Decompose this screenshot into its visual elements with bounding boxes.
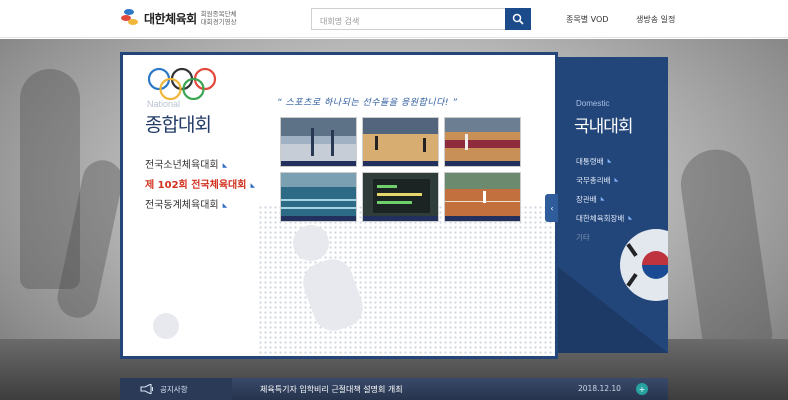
logo-subtitle: 회원종목단체 대회경기영상 [201,10,237,26]
logo-emblem-icon [120,9,140,27]
notice-header: 공지사항 [120,378,232,400]
logo-name: 대한체육회 [144,11,197,26]
plus-icon: + [638,384,646,394]
nav-vod-by-sport[interactable]: 종목별 VOD [566,14,608,25]
domestic-menu-item-other[interactable]: 기타 [576,228,632,247]
menu-item-label: 전국소년체육대회 [145,160,219,171]
arrow-icon: ◣ [222,162,228,169]
olympic-rings-icon [147,67,217,101]
notice-label: 공지사항 [160,384,188,394]
arrow-icon: ◣ [222,202,228,209]
menu-item-label: 대통령배 [576,157,604,166]
search-icon [512,13,524,25]
arrow-icon: ◣ [607,158,612,164]
arrow-icon: ◣ [600,196,605,202]
nav-live-schedule[interactable]: 생방송 일정 [636,14,675,25]
menu-item-label: 장관배 [576,195,597,204]
menu-item-label: 대한체육회장배 [576,214,625,223]
search-input[interactable] [312,11,502,32]
national-title: 종합대회 [145,114,212,136]
ghost-ball [153,313,179,339]
menu-item-label: 기타 [576,233,590,242]
arrow-icon: ◣ [628,215,633,221]
national-label: National [147,99,181,109]
video-thumbnail-tennis[interactable] [444,172,521,222]
site-header: 대한체육회 회원종목단체 대회경기영상 종목별 VOD 생방송 일정 [0,0,788,38]
video-thumbnail-basketball-1[interactable] [362,117,439,167]
notice-bar: 공지사항 체육특기자 입학비리 근절대책 설명회 개최 2018.12.10 + [120,378,668,400]
domestic-label: Domestic [576,99,610,108]
megaphone-icon [140,384,153,394]
video-thumbnail-grid [280,117,521,222]
video-thumbnail-archery[interactable] [280,117,357,167]
national-menu-item-winter[interactable]: 전국동계체육대회 ◣ [145,196,255,216]
domestic-menu-item-prime-minister[interactable]: 국무총리배 ◣ [576,171,632,190]
panel-toggle-button[interactable]: ‹ [545,194,559,222]
logo-subtitle-line2: 대회경기영상 [200,18,237,26]
site-logo[interactable]: 대한체육회 회원종목단체 대회경기영상 [120,9,237,27]
notice-title-link[interactable]: 체육특기자 입학비리 근절대책 설명회 개최 [260,384,403,395]
menu-item-label: 제 102회 전국체육대회 [145,180,247,191]
arrow-icon: ◣ [614,177,619,183]
domestic-menu: 대통령배 ◣ 국무총리배 ◣ 장관배 ◣ 대한체육회장배 ◣ 기타 [576,152,632,247]
domestic-title: 국내대회 [574,117,634,137]
video-thumbnail-basketball-2[interactable] [444,117,521,167]
video-thumbnail-swimming[interactable] [280,172,357,222]
national-menu-item-youth[interactable]: 전국소년체육대회 ◣ [145,156,255,176]
national-panel: National 종합대회 전국소년체육대회 ◣ 제 102회 전국체육대회 ◣… [120,52,558,359]
domestic-menu-item-presidential[interactable]: 대통령배 ◣ [576,152,632,171]
chevron-left-icon: ‹ [550,203,554,213]
search-button[interactable] [505,8,531,30]
background-runner-figure-right [676,145,774,353]
domestic-menu-item-minister[interactable]: 장관배 ◣ [576,190,632,209]
logo-subtitle-line1: 회원종목단체 [200,10,237,18]
domestic-menu-item-ksoc-chairman[interactable]: 대한체육회장배 ◣ [576,209,632,228]
video-thumbnail-scoreboard[interactable] [362,172,439,222]
notice-date: 2018.12.10 [578,384,621,393]
arrow-icon: ◣ [250,182,256,189]
search-box [311,8,531,32]
ghost-player-head [293,225,329,261]
notice-more-button[interactable]: + [636,383,648,395]
national-menu-item-national[interactable]: 제 102회 전국체육대회 ◣ [145,176,255,196]
national-menu: 전국소년체육대회 ◣ 제 102회 전국체육대회 ◣ 전국동계체육대회 ◣ [145,156,255,216]
slogan: “ 스포츠로 하나되는 선수들을 응원합니다! ” [277,98,458,108]
menu-item-label: 전국동계체육대회 [145,200,219,211]
menu-item-label: 국무총리배 [576,176,611,185]
domestic-panel: Domestic 국내대회 대통령배 ◣ 국무총리배 ◣ 장관배 ◣ 대한체육회장배 ◣… [558,57,668,353]
